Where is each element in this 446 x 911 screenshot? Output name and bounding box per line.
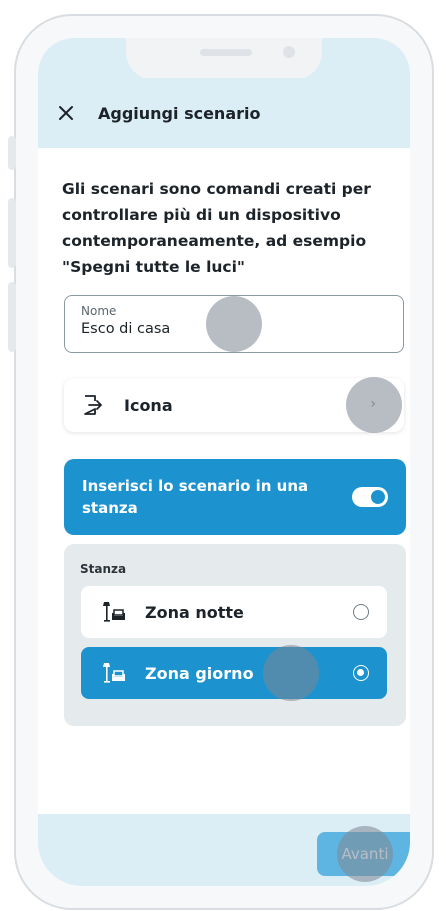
close-icon <box>59 106 73 120</box>
room-group: Stanza Zona notte Zona giorno <box>64 544 406 726</box>
room-label: Zona notte <box>145 602 244 622</box>
touch-indicator <box>337 826 393 882</box>
icon-row-label: Icona <box>124 395 173 415</box>
room-label: Zona giorno <box>145 663 254 683</box>
room-option-zona-notte[interactable]: Zona notte <box>81 586 387 638</box>
room-sofa-lamp-icon <box>103 602 125 622</box>
touch-indicator <box>346 377 402 433</box>
phone-notch <box>126 38 322 80</box>
touch-indicator <box>263 645 319 701</box>
header: Aggiungi scenario <box>38 78 410 148</box>
room-toggle-panel[interactable]: Inserisci lo scenario in una stanza <box>64 459 406 535</box>
toggle-knob <box>371 490 385 504</box>
exit-icon <box>84 395 102 415</box>
phone-side-button <box>8 198 16 268</box>
phone-side-button <box>8 136 16 170</box>
room-sofa-lamp-icon <box>103 663 125 683</box>
room-group-label: Stanza <box>80 562 127 576</box>
room-toggle-label: Inserisci lo scenario in una stanza <box>82 477 309 517</box>
description-text: Gli scenari sono comandi creati per cont… <box>62 180 371 276</box>
touch-indicator <box>206 296 262 352</box>
radio-dot <box>357 669 364 676</box>
close-button[interactable] <box>38 78 94 148</box>
room-toggle-switch[interactable] <box>352 487 388 507</box>
speaker-grill <box>200 49 252 56</box>
page-title: Aggiungi scenario <box>98 103 261 123</box>
phone-side-button <box>8 282 16 352</box>
front-camera <box>283 46 295 58</box>
radio-unselected[interactable] <box>353 604 369 620</box>
room-option-zona-giorno[interactable]: Zona giorno <box>81 647 387 699</box>
radio-selected[interactable] <box>353 665 369 681</box>
screen: Aggiungi scenario Gli scenari sono coman… <box>38 38 410 886</box>
